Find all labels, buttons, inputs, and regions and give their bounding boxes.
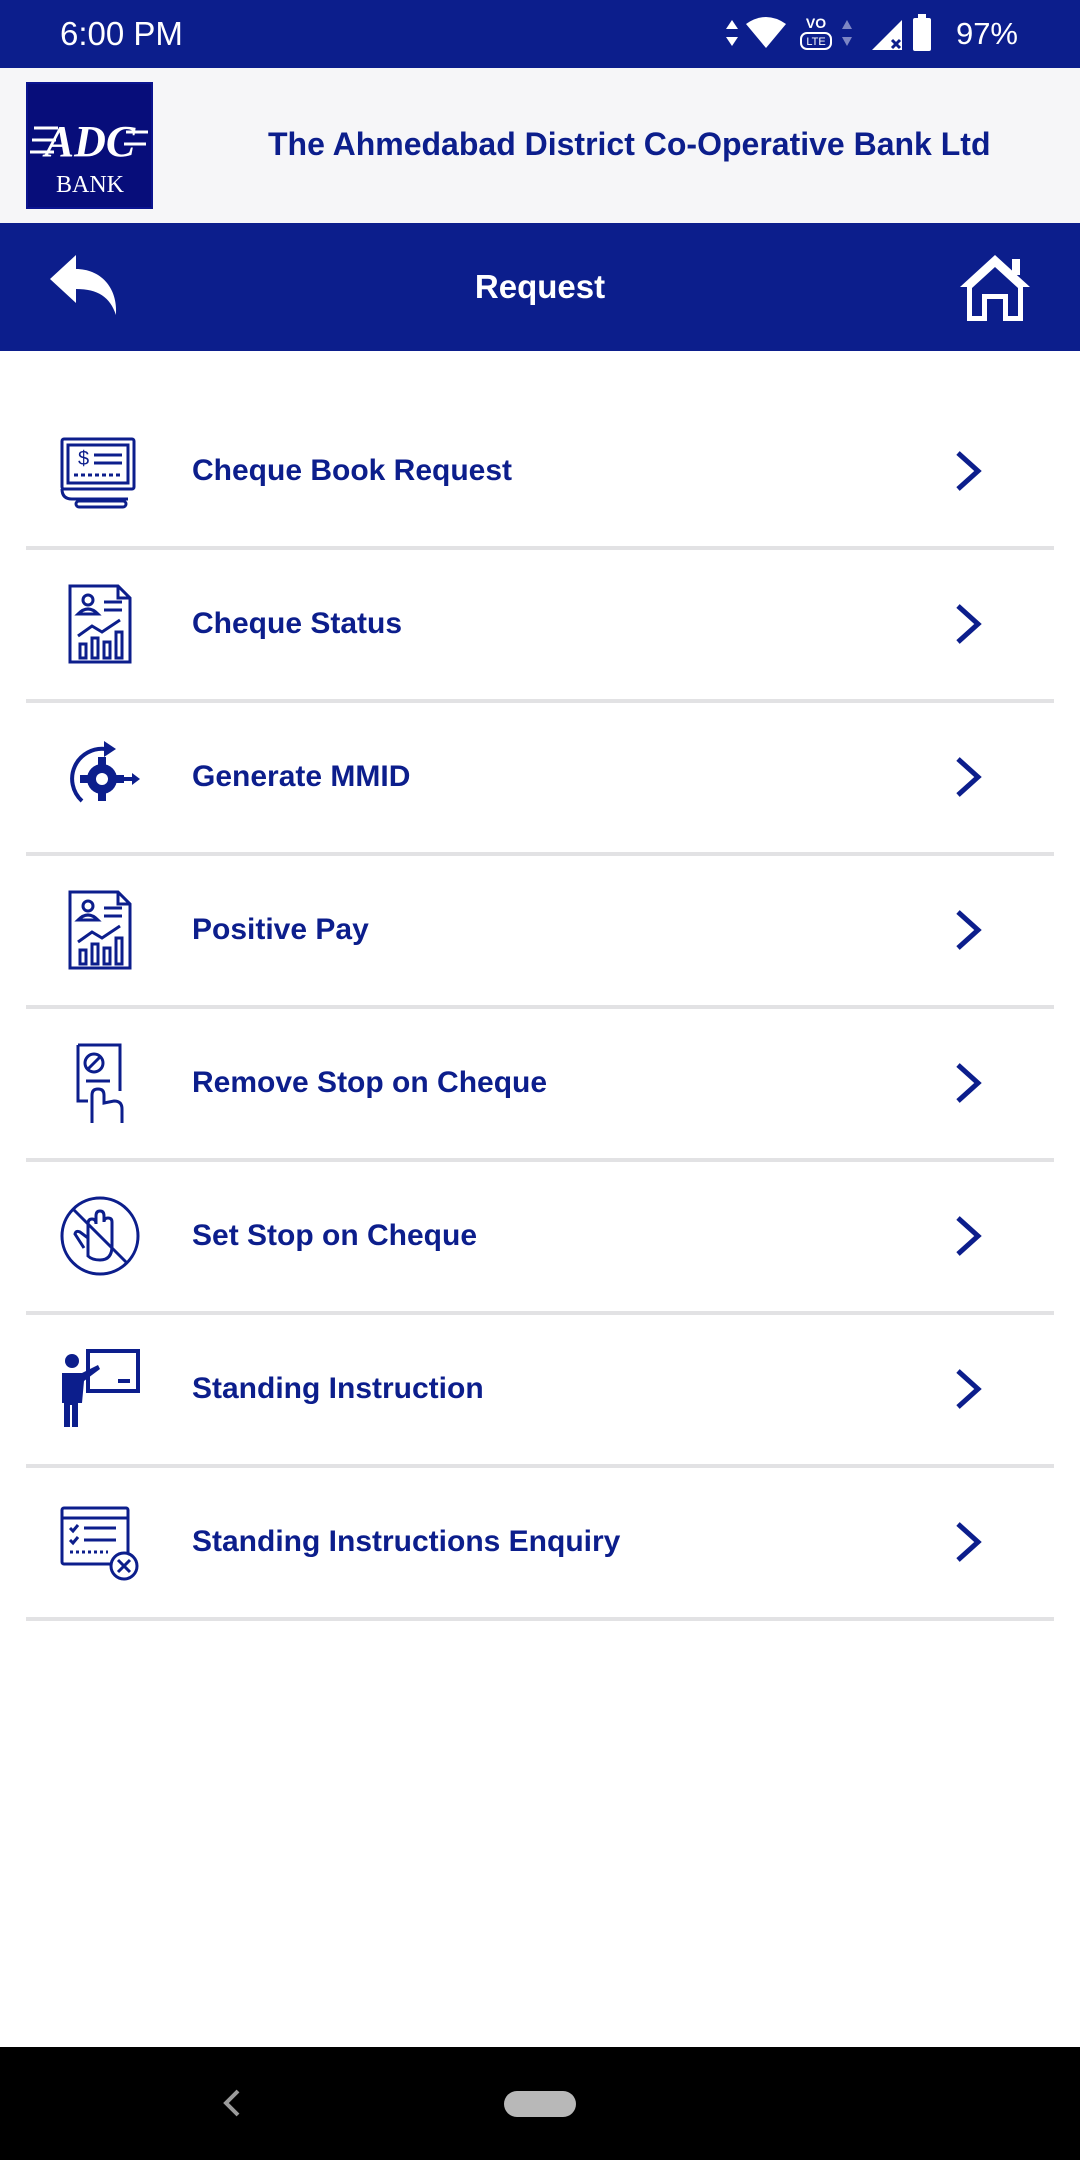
svg-text:ADC: ADC — [42, 117, 136, 166]
chevron-right-icon — [956, 1522, 982, 1562]
menu-item-label: Set Stop on Cheque — [192, 1219, 477, 1252]
checklist-cancel-icon — [60, 1506, 139, 1581]
hand-document-icon — [76, 1043, 124, 1123]
menu-item-standing-instruction[interactable]: Standing Instruction — [26, 1315, 1054, 1468]
menu-item-positive-pay[interactable]: Positive Pay — [26, 856, 1054, 1009]
menu-item-label: Generate MMID — [192, 760, 411, 793]
menu-item-label: Standing Instruction — [192, 1372, 484, 1405]
menu-item-label: Standing Instructions Enquiry — [192, 1525, 621, 1558]
brand-header: ADC BANK The Ahmedabad District Co-Opera… — [0, 68, 1080, 223]
cheque-book-icon: $ — [60, 437, 136, 509]
menu-item-remove-stop-on-cheque[interactable]: Remove Stop on Cheque — [26, 1009, 1054, 1162]
menu-item-label: Cheque Status — [192, 607, 403, 640]
chevron-right-icon — [956, 1369, 982, 1409]
report-chart-icon — [68, 584, 132, 664]
chevron-right-icon — [956, 604, 982, 644]
svg-text:VO: VO — [806, 15, 826, 31]
request-menu-list: $ Cheque Book Request Cheque Status Gene… — [26, 397, 1054, 1621]
menu-item-set-stop-on-cheque[interactable]: Set Stop on Cheque — [26, 1162, 1054, 1315]
chevron-right-icon — [956, 757, 982, 797]
svg-text:BANK: BANK — [56, 172, 125, 198]
svg-text:$: $ — [78, 448, 89, 470]
wifi-icon — [746, 17, 786, 48]
menu-item-label: Remove Stop on Cheque — [192, 1066, 548, 1099]
presenter-board-icon — [62, 1349, 140, 1427]
report-chart-icon — [68, 890, 132, 970]
bank-logo: ADC BANK — [26, 82, 153, 209]
system-back-icon[interactable] — [220, 2085, 244, 2121]
back-arrow-icon — [50, 255, 117, 315]
system-navigation-bar — [0, 2047, 1080, 2160]
home-icon — [960, 255, 1030, 321]
home-button[interactable] — [950, 247, 1040, 327]
menu-item-cheque-status[interactable]: Cheque Status — [26, 550, 1054, 703]
signal-icon — [872, 20, 902, 50]
data-arrows-icon — [726, 20, 738, 46]
menu-item-generate-mmid[interactable]: Generate MMID — [26, 703, 1054, 856]
status-time: 6:00 PM — [60, 15, 183, 52]
chevron-right-icon — [956, 1063, 982, 1103]
status-icons: VO LTE — [720, 0, 1080, 68]
back-button[interactable] — [40, 247, 130, 327]
top-nav-bar: Request — [0, 223, 1080, 351]
status-bar: 6:00 PM VO LTE 97% — [0, 0, 1080, 68]
logo-graphic: ADC BANK — [30, 117, 148, 198]
menu-item-label: Positive Pay — [192, 913, 369, 946]
chevron-right-icon — [956, 451, 982, 491]
page-title: Request — [474, 268, 606, 305]
data-arrows-dim-icon — [842, 20, 852, 46]
chevron-right-icon — [956, 910, 982, 950]
menu-item-cheque-book-request[interactable]: $ Cheque Book Request — [26, 397, 1054, 550]
battery-percentage: 97% — [955, 16, 1018, 51]
chevron-right-icon — [956, 1216, 982, 1256]
menu-item-label: Cheque Book Request — [192, 454, 513, 487]
system-home-pill[interactable] — [504, 2091, 576, 2117]
bank-name: The Ahmedabad District Co-Operative Bank… — [268, 126, 991, 162]
gear-arrow-icon — [70, 741, 140, 803]
battery-icon — [913, 14, 931, 51]
volte-icon: VO LTE — [800, 15, 832, 50]
menu-item-standing-instructions-enquiry[interactable]: Standing Instructions Enquiry — [26, 1468, 1054, 1621]
svg-text:LTE: LTE — [806, 36, 825, 48]
stop-hand-icon — [60, 1196, 140, 1276]
